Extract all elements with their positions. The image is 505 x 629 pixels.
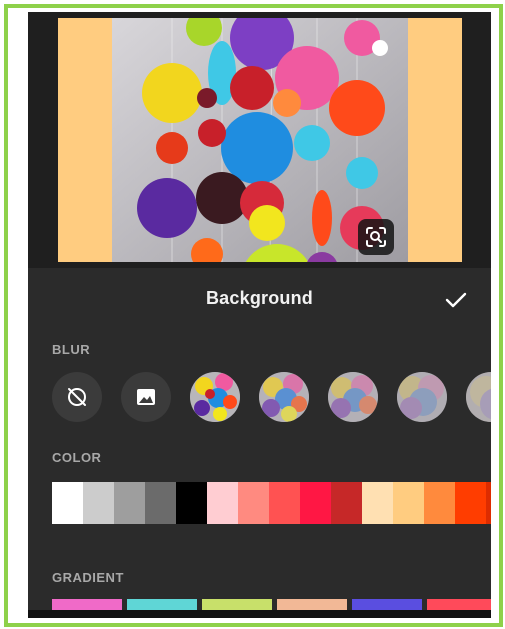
blur-options [52,372,491,422]
blur-level-5-thumb[interactable] [466,372,491,422]
color-swatch[interactable] [455,482,486,524]
color-swatch[interactable] [269,482,300,524]
no-blur-button[interactable] [52,372,102,422]
gradient-swatch[interactable] [427,599,491,610]
color-swatch[interactable] [52,482,83,524]
gradient-swatches [52,599,491,610]
color-section-label: COLOR [52,450,102,465]
color-swatch[interactable] [393,482,424,524]
blur-level-1-thumb[interactable] [190,372,240,422]
color-swatch[interactable] [486,482,491,524]
image-blur-button[interactable] [121,372,171,422]
zoom-button[interactable] [358,219,394,255]
color-swatch[interactable] [114,482,145,524]
gradient-swatch[interactable] [277,599,347,610]
blur-level-3-thumb[interactable] [328,372,378,422]
blur-section-label: BLUR [52,342,91,357]
gradient-swatch[interactable] [127,599,197,610]
color-swatch[interactable] [176,482,207,524]
color-swatch[interactable] [207,482,238,524]
gradient-swatch[interactable] [202,599,272,610]
bottom-edge [28,610,491,618]
color-swatch[interactable] [331,482,362,524]
confirm-button[interactable] [442,286,470,314]
gradient-section-label: GRADIENT [52,570,124,585]
color-swatch[interactable] [300,482,331,524]
checkmark-icon [445,292,467,308]
color-swatch[interactable] [83,482,114,524]
color-swatch[interactable] [145,482,176,524]
gradient-swatch[interactable] [352,599,422,610]
color-swatches [52,482,491,524]
color-swatch[interactable] [238,482,269,524]
background-editor: Background BLUR COLOR GRADIENT [28,12,491,610]
blur-level-2-thumb[interactable] [259,372,309,422]
image-icon [137,389,155,405]
background-panel: Background BLUR COLOR GRADIENT [28,268,491,610]
blur-level-4-thumb[interactable] [397,372,447,422]
color-swatch[interactable] [362,482,393,524]
no-blur-icon [68,388,86,406]
zoom-scan-icon [366,227,386,247]
color-swatch[interactable] [424,482,455,524]
image-preview [28,12,491,268]
panel-title: Background [205,288,313,308]
gradient-swatch[interactable] [52,599,122,610]
